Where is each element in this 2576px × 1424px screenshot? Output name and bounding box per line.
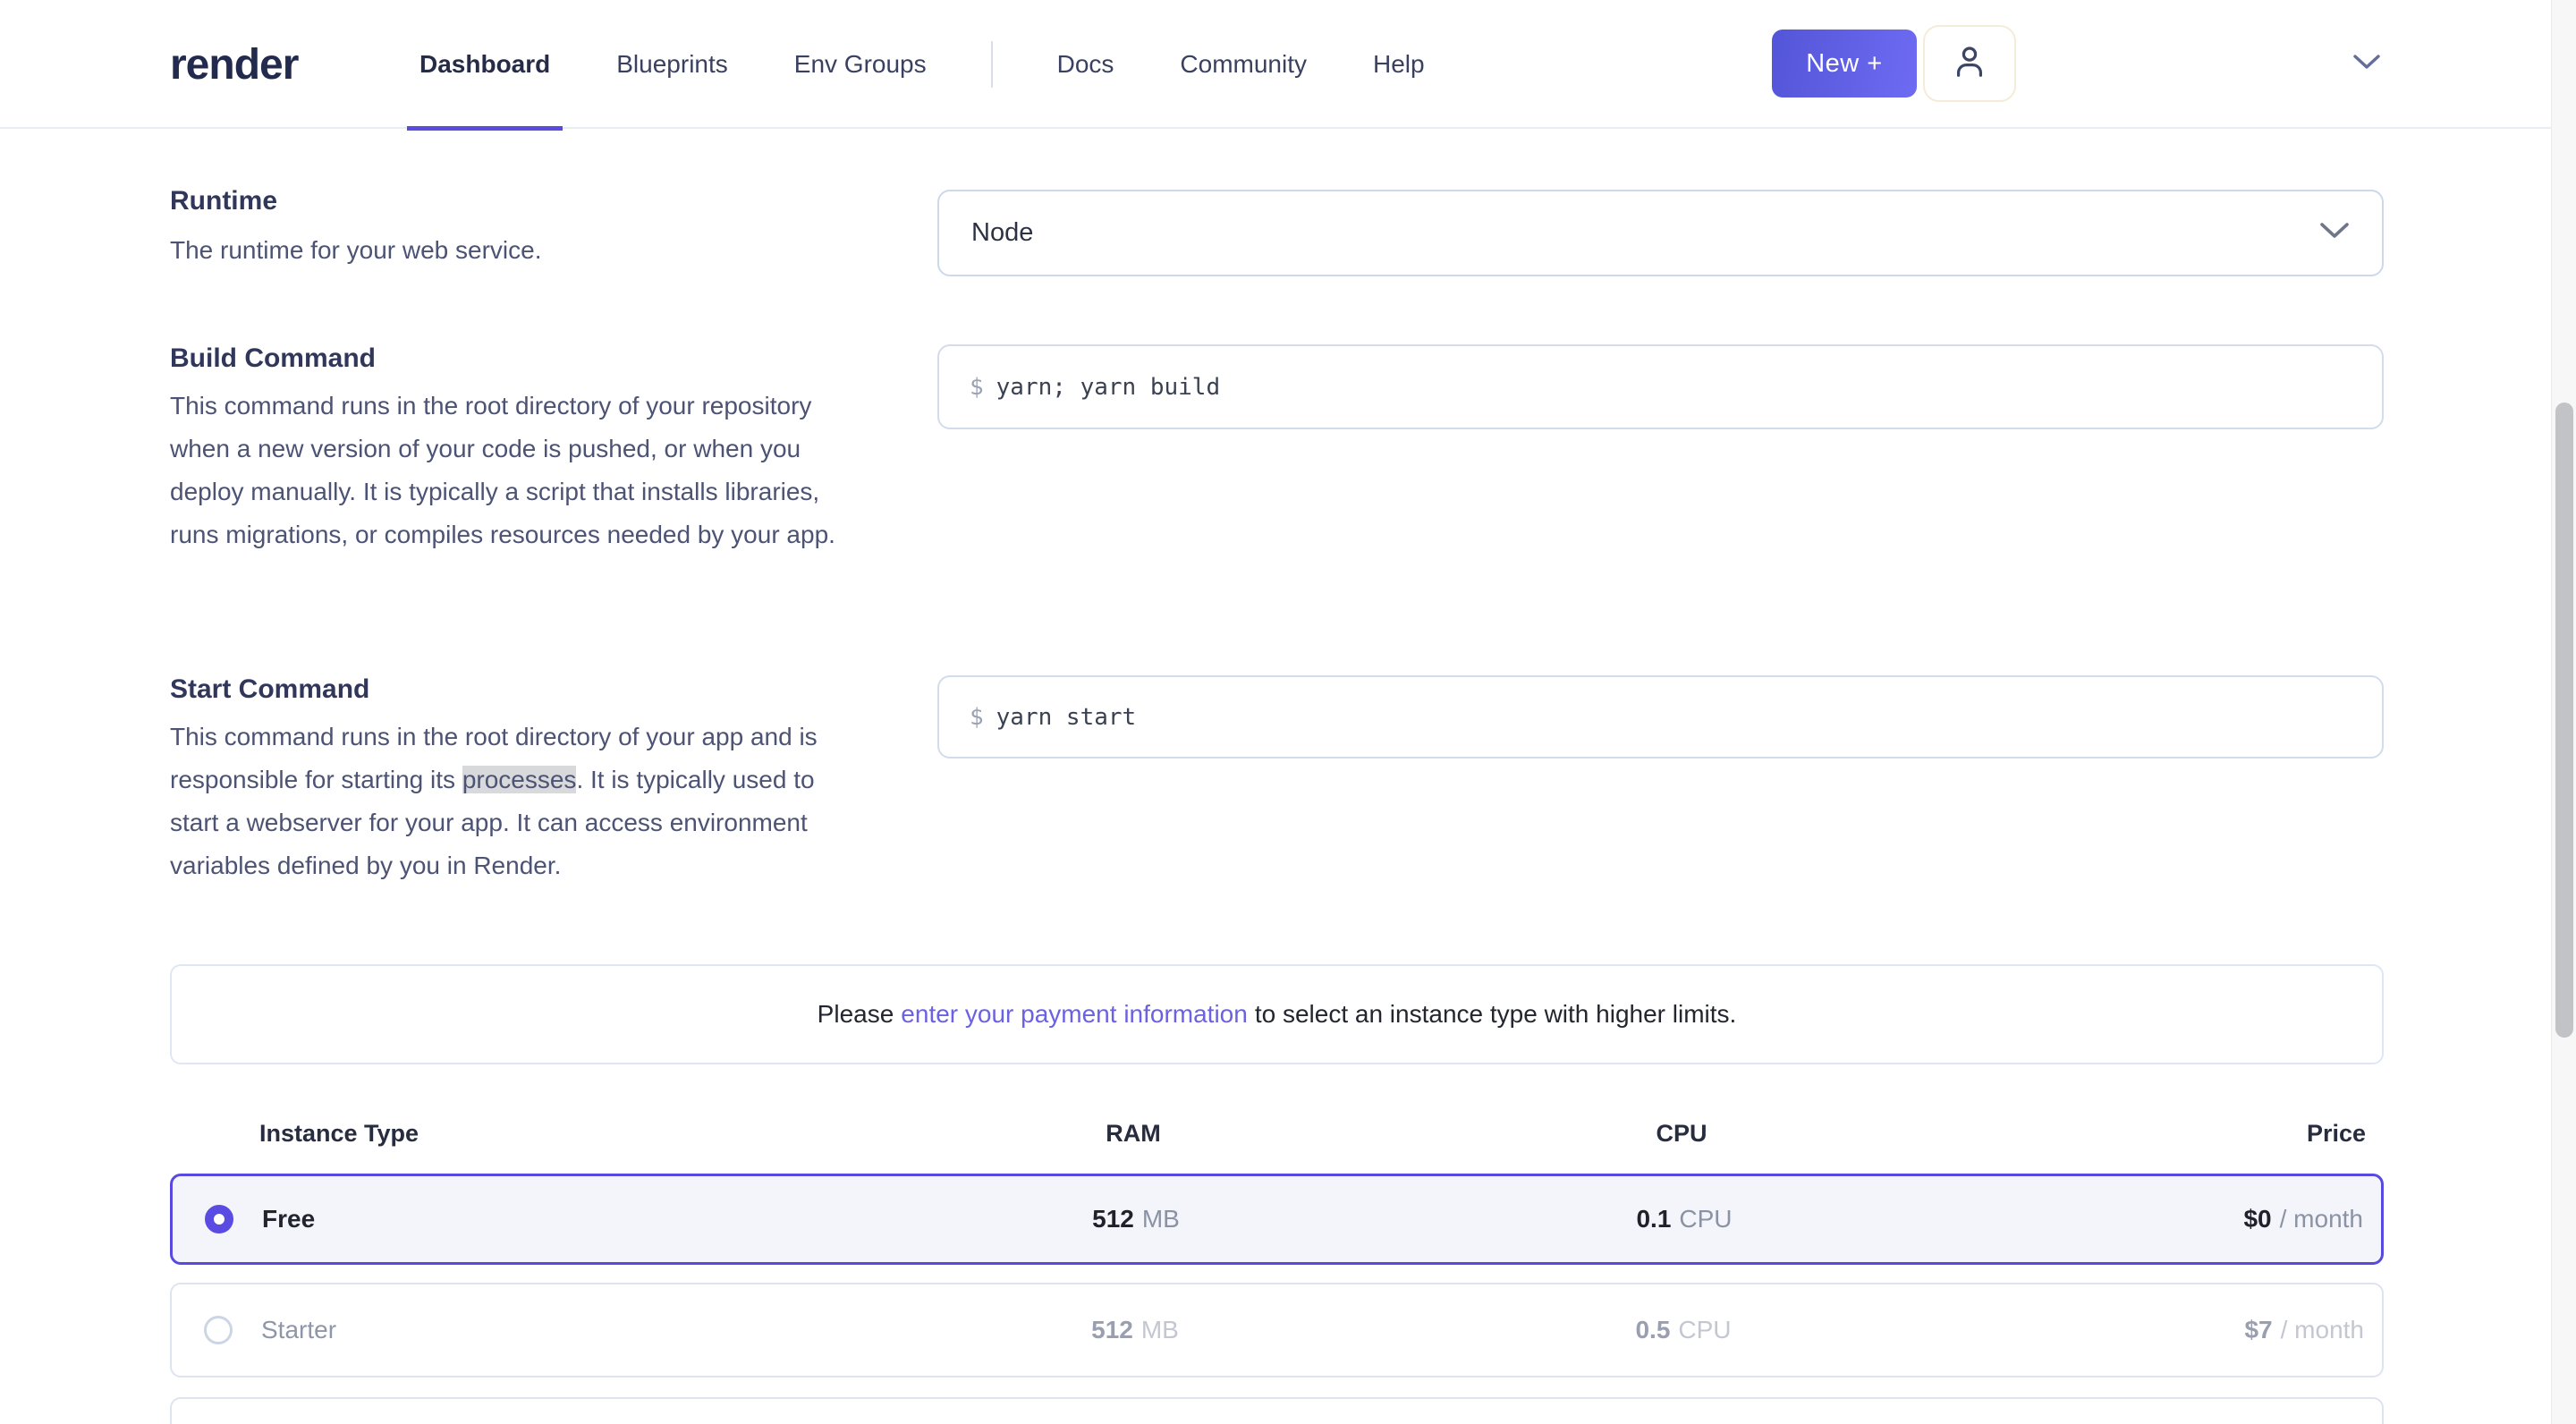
highlighted-text: processes [462,766,577,793]
build-command-description: This command runs in the root directory … [170,385,868,556]
instance-row-free[interactable]: Free 512 MB 0.1 CPU $0 / month [170,1174,2384,1265]
nav-item-community[interactable]: Community [1167,0,1319,129]
ram-value: 512 [1092,1205,1134,1233]
user-menu-button[interactable] [1923,25,2016,102]
header-instance-type: Instance Type [259,1120,1026,1148]
nav-item-help[interactable]: Help [1360,0,1437,129]
build-command-input[interactable]: $ yarn; yarn build [937,344,2384,429]
header-price: Price [1789,1120,2384,1148]
cpu-unit: CPU [1679,1205,1732,1233]
runtime-description: The runtime for your web service. [170,229,868,272]
build-command-label: Build Command [170,343,877,374]
price-value: $0 [2243,1205,2271,1233]
start-command-description: This command runs in the root directory … [170,716,868,887]
instance-name: Free [262,1205,1029,1233]
scrollbar-track[interactable] [2551,0,2576,1424]
nav-item-docs[interactable]: Docs [1045,0,1127,129]
shell-prompt: $ [970,704,984,731]
start-command-label: Start Command [170,674,877,705]
payment-info-link[interactable]: enter your payment information [901,1000,1248,1029]
ram-unit: MB [1141,1316,1179,1343]
ram-value: 512 [1091,1316,1133,1343]
banner-text-after: to select an instance type with higher l… [1255,1000,1736,1029]
chevron-down-icon[interactable] [2352,54,2381,76]
render-dashboard-page: render Dashboard Blueprints Env Groups D… [0,0,2576,1424]
build-command-value: yarn; yarn build [996,374,1220,401]
cpu-value: 0.1 [1636,1205,1671,1233]
ram-unit: MB [1142,1205,1180,1233]
nav-item-blueprints[interactable]: Blueprints [604,0,741,129]
nav-item-env-groups[interactable]: Env Groups [782,0,939,129]
price-value: $7 [2244,1316,2272,1343]
header-cpu: CPU [1574,1120,1789,1148]
nav-item-dashboard[interactable]: Dashboard [407,0,563,129]
price-unit: / month [2281,1316,2364,1343]
top-nav: render Dashboard Blueprints Env Groups D… [0,0,2576,129]
primary-nav: Dashboard Blueprints Env Groups Docs Com… [407,0,1437,129]
cpu-value: 0.5 [1635,1316,1670,1343]
radio-unselected-icon[interactable] [204,1316,233,1344]
start-command-value: yarn start [996,704,1137,731]
payment-banner: Please enter your payment information to… [170,964,2384,1064]
instance-name: Starter [261,1316,1028,1344]
instance-row-partial[interactable] [170,1397,2384,1424]
radio-selected-icon[interactable] [205,1205,233,1233]
shell-prompt: $ [970,374,984,401]
runtime-selected-value: Node [971,218,2319,248]
start-command-input[interactable]: $ yarn start [937,675,2384,759]
user-icon [1948,40,1991,88]
header-ram: RAM [1026,1120,1241,1148]
cpu-unit: CPU [1678,1316,1731,1343]
new-button[interactable]: New + [1772,30,1917,97]
runtime-select[interactable]: Node [937,190,2384,276]
banner-text-before: Please [818,1000,894,1029]
instance-row-starter[interactable]: Starter 512 MB 0.5 CPU $7 / month [170,1283,2384,1377]
render-logo[interactable]: render [170,0,298,129]
nav-divider [991,41,993,88]
instance-table-header: Instance Type RAM CPU Price [170,1111,2384,1156]
price-unit: / month [2280,1205,2363,1233]
scrollbar-thumb[interactable] [2555,403,2573,1038]
runtime-label: Runtime [170,186,877,216]
select-chevron-down-icon [2319,222,2350,244]
